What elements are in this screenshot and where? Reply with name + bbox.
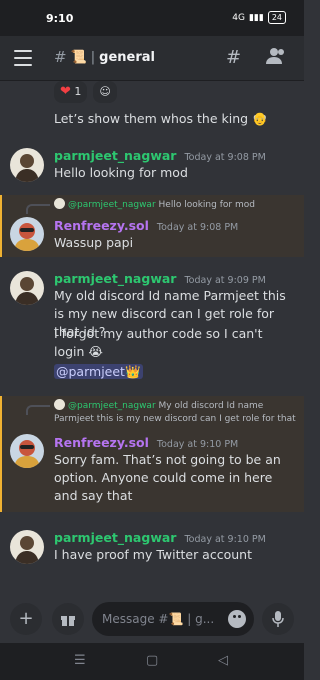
- timestamp: Today at 9:09 PM: [184, 275, 266, 286]
- channel-header: # 📜 | general #: [0, 36, 304, 81]
- microphone-button[interactable]: [262, 603, 294, 635]
- reply-preview[interactable]: @parmjeet_nagwar My old discord Id name …: [54, 399, 298, 426]
- status-icons: 4G ▮▮▮ 24: [232, 11, 286, 24]
- recents-icon[interactable]: ☰: [74, 653, 86, 668]
- add-attachment-button[interactable]: +: [10, 603, 42, 635]
- message-list[interactable]: ❤ 1 ☺ Let’s show them whos the king 👴 pa…: [0, 80, 304, 595]
- avatar[interactable]: [10, 271, 44, 305]
- menu-icon[interactable]: [14, 50, 32, 66]
- threads-icon[interactable]: #: [226, 47, 241, 68]
- avatar[interactable]: [10, 530, 44, 564]
- reaction-count: 1: [74, 85, 82, 98]
- message-item[interactable]: parmjeet_nagwar Today at 9:08 PM Hello l…: [0, 144, 304, 188]
- reply-preview[interactable]: @parmjeet_nagwar Hello looking for mod: [54, 198, 298, 212]
- timestamp: Today at 9:10 PM: [184, 534, 266, 545]
- timestamp: Today at 9:08 PM: [156, 222, 239, 233]
- message-text: Sorry fam. That’s not going to be an opt…: [54, 452, 281, 503]
- user-mention[interactable]: @parmjeet👑: [54, 364, 143, 379]
- signal-icon: 4G: [232, 12, 245, 23]
- message-item[interactable]: @parmjeet_nagwar Hello looking for mod R…: [0, 195, 304, 257]
- avatar[interactable]: [10, 434, 44, 468]
- channel-emoji: 📜: [70, 49, 87, 65]
- back-icon[interactable]: ◁: [218, 653, 228, 668]
- message-text: Let’s show them whos the king 👴: [54, 111, 268, 126]
- heart-icon: ❤: [60, 84, 71, 99]
- status-time: 9:10: [46, 12, 74, 25]
- message-header: parmjeet_nagwar Today at 9:09 PM: [54, 271, 266, 286]
- reply-connector: [26, 204, 50, 214]
- reaction-heart[interactable]: ❤ 1: [54, 81, 88, 103]
- username[interactable]: parmjeet_nagwar: [54, 271, 176, 286]
- message-input-box[interactable]: [92, 602, 254, 636]
- gift-button[interactable]: [52, 603, 84, 635]
- message-text: I have proof my Twitter account: [54, 547, 252, 562]
- message-item[interactable]: @parmjeet_nagwar My old discord Id name …: [0, 396, 304, 512]
- mention-line: @parmjeet👑: [54, 363, 294, 381]
- reply-author: @parmjeet_nagwar: [68, 200, 156, 210]
- emoji-icon[interactable]: [228, 610, 246, 628]
- message-text: Wassup papi: [54, 235, 134, 250]
- username[interactable]: Renfreezy.sol: [54, 218, 149, 233]
- message-header: parmjeet_nagwar Today at 9:10 PM: [54, 530, 266, 545]
- reply-avatar: [54, 399, 65, 410]
- username[interactable]: Renfreezy.sol: [54, 435, 149, 450]
- reply-text: Hello looking for mod: [158, 200, 255, 210]
- members-icon[interactable]: [266, 47, 286, 70]
- home-icon[interactable]: ▢: [146, 653, 158, 668]
- message-text: I forgot my author code so I can't login…: [54, 326, 263, 359]
- username[interactable]: parmjeet_nagwar: [54, 530, 176, 545]
- username[interactable]: parmjeet_nagwar: [54, 148, 176, 163]
- message-text: Hello looking for mod: [54, 165, 188, 180]
- message-header: parmjeet_nagwar Today at 9:08 PM: [54, 148, 266, 163]
- avatar[interactable]: [10, 217, 44, 251]
- reply-connector: [26, 405, 50, 415]
- avatar[interactable]: [10, 148, 44, 182]
- message-composer: +: [0, 595, 304, 643]
- reply-author: @parmjeet_nagwar: [68, 401, 156, 411]
- message-item[interactable]: parmjeet_nagwar Today at 9:09 PM My old …: [0, 267, 304, 385]
- reaction-bar: ❤ 1 ☺: [54, 81, 117, 103]
- channel-name: general: [99, 49, 155, 65]
- timestamp: Today at 9:08 PM: [184, 152, 266, 163]
- channel-separator: |: [90, 49, 96, 65]
- timestamp: Today at 9:10 PM: [156, 439, 239, 450]
- bars-icon: ▮▮▮: [248, 12, 264, 23]
- message-header: Renfreezy.sol Today at 9:10 PM: [54, 435, 238, 450]
- status-bar: 9:10 4G ▮▮▮ 24: [0, 0, 304, 36]
- message-header: Renfreezy.sol Today at 9:08 PM: [54, 218, 238, 233]
- message-item[interactable]: parmjeet_nagwar Today at 9:10 PM I have …: [0, 526, 304, 572]
- battery-icon: 24: [267, 11, 286, 24]
- channel-title[interactable]: # 📜 | general: [54, 48, 155, 66]
- message-input[interactable]: [102, 602, 214, 636]
- channel-hash-icon: #: [54, 48, 67, 66]
- reply-avatar: [54, 198, 65, 209]
- add-reaction-button[interactable]: ☺: [93, 81, 117, 103]
- system-nav-bar: ☰ ▢ ◁: [0, 643, 304, 680]
